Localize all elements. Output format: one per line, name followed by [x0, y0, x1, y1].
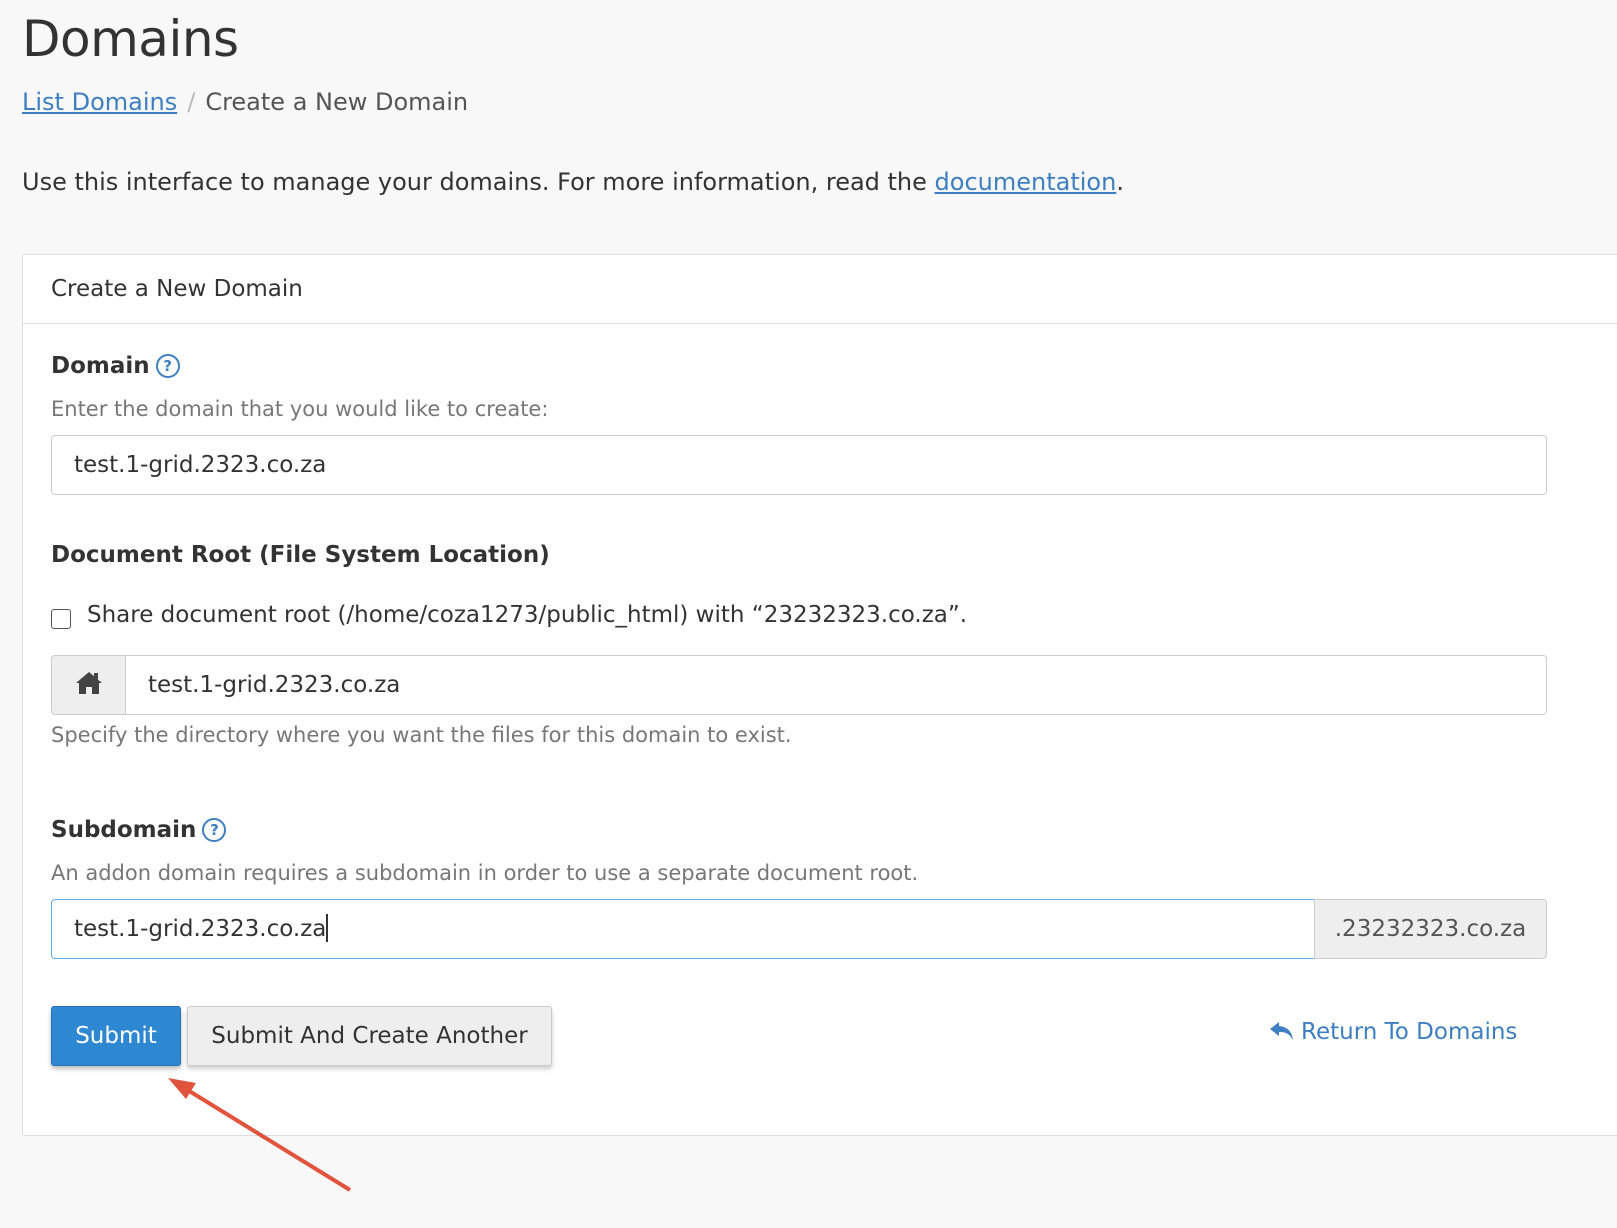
page-title: Domains — [22, 10, 239, 68]
breadcrumb-current: Create a New Domain — [205, 88, 469, 116]
subdomain-input[interactable]: test.1-grid.2323.co.za — [51, 899, 1314, 959]
document-root-hint: Specify the directory where you want the… — [51, 723, 792, 747]
return-to-domains-link[interactable]: Return To Domains — [1269, 1019, 1517, 1045]
subdomain-label: Subdomain? — [51, 817, 227, 843]
domain-label-text: Domain — [51, 353, 150, 379]
question-circle-icon[interactable]: ? — [202, 818, 227, 842]
domain-hint: Enter the domain that you would like to … — [51, 397, 549, 421]
submit-and-create-another-button[interactable]: Submit And Create Another — [187, 1006, 552, 1066]
domain-input[interactable]: test.1-grid.2323.co.za — [51, 435, 1547, 495]
home-icon — [75, 672, 102, 694]
intro-text-suffix: . — [1116, 168, 1124, 196]
document-root-label: Document Root (File System Location) — [51, 542, 550, 568]
breadcrumb-list-domains-link[interactable]: List Domains — [22, 88, 177, 116]
subdomain-hint: An addon domain requires a subdomain in … — [51, 861, 919, 885]
intro-text: Use this interface to manage your domain… — [22, 168, 1124, 196]
text-caret — [326, 914, 329, 942]
share-docroot-label[interactable]: Share document root (/home/coza1273/publ… — [87, 602, 967, 628]
document-root-input-value: test.1-grid.2323.co.za — [148, 672, 401, 698]
subdomain-label-text: Subdomain — [51, 817, 197, 843]
breadcrumb-separator: / — [187, 88, 196, 116]
subdomain-suffix-addon: .23232323.co.za — [1314, 899, 1547, 959]
question-circle-icon[interactable]: ? — [155, 354, 180, 378]
panel-heading: Create a New Domain — [23, 255, 1617, 324]
breadcrumb: List Domains / Create a New Domain — [22, 88, 468, 116]
document-root-input[interactable]: test.1-grid.2323.co.za — [125, 655, 1547, 715]
intro-text-body: Use this interface to manage your domain… — [22, 168, 935, 196]
domain-input-value: test.1-grid.2323.co.za — [74, 452, 327, 478]
submit-button[interactable]: Submit — [51, 1006, 181, 1066]
return-to-domains-label: Return To Domains — [1301, 1019, 1518, 1045]
create-domain-panel: Create a New Domain Domain? Enter the do… — [22, 254, 1617, 1136]
home-addon — [51, 655, 125, 715]
subdomain-input-value: test.1-grid.2323.co.za — [74, 916, 327, 942]
domain-label: Domain? — [51, 353, 180, 379]
share-docroot-checkbox[interactable] — [51, 609, 71, 629]
reply-arrow-icon — [1270, 1022, 1293, 1040]
documentation-link[interactable]: documentation — [935, 168, 1117, 196]
